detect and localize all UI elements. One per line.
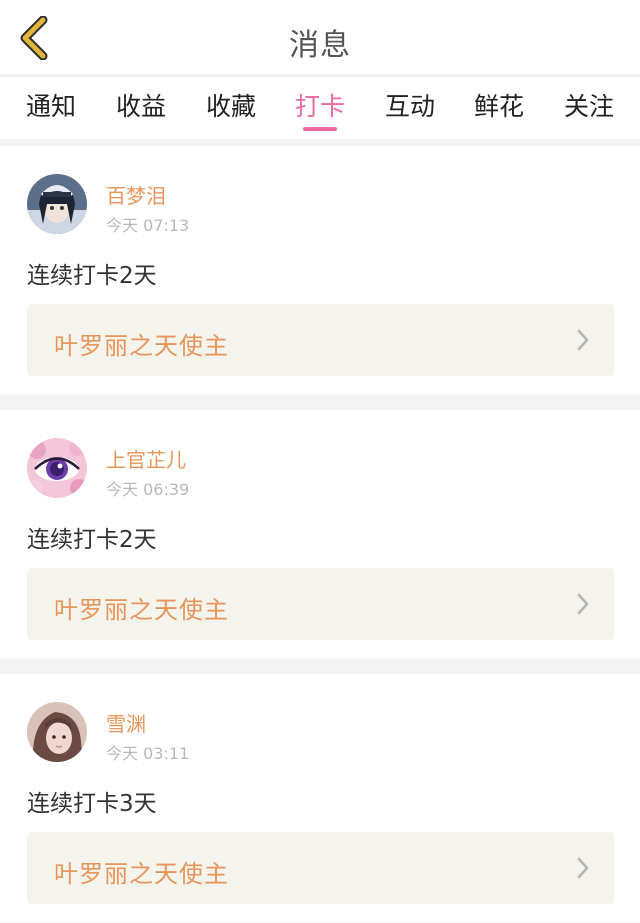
username[interactable]: 雪渊	[106, 708, 146, 737]
checkin-message: 连续打卡2天	[27, 527, 157, 553]
tab-interaction[interactable]: 互动	[374, 87, 446, 131]
avatar[interactable]	[27, 174, 87, 234]
checkin-card: 雪渊 今天 03:11 连续打卡3天 叶罗丽之天使主	[0, 674, 640, 922]
timestamp: 今天 06:39	[106, 480, 190, 499]
username[interactable]: 上官芷儿	[106, 444, 186, 473]
checkin-message: 连续打卡3天	[27, 791, 157, 817]
tab-bar: 通知 收益 收藏 打卡 互动 鲜花 关注	[0, 77, 640, 139]
timestamp: 今天 03:11	[106, 744, 190, 763]
chevron-right-icon	[577, 857, 589, 879]
book-link[interactable]: 叶罗丽之天使主	[27, 832, 614, 904]
chevron-right-icon	[577, 593, 589, 615]
avatar-girl-portrait-icon	[27, 702, 87, 762]
checkin-card: 百梦泪 今天 07:13 连续打卡2天 叶罗丽之天使主	[0, 146, 640, 394]
book-title: 叶罗丽之天使主	[54, 596, 229, 624]
avatar[interactable]	[27, 702, 87, 762]
top-bar: 消息	[0, 0, 640, 76]
page-title: 消息	[289, 28, 351, 63]
tab-notification[interactable]: 通知	[15, 87, 87, 131]
chevron-right-icon	[577, 329, 589, 351]
checkin-card: 上官芷儿 今天 06:39 连续打卡2天 叶罗丽之天使主	[0, 410, 640, 658]
tab-following[interactable]: 关注	[553, 87, 625, 131]
tab-earnings[interactable]: 收益	[105, 87, 177, 131]
avatar[interactable]	[27, 438, 87, 498]
tab-flowers[interactable]: 鲜花	[463, 87, 535, 131]
active-tab-indicator	[303, 127, 337, 131]
checkin-message: 连续打卡2天	[27, 263, 157, 289]
username[interactable]: 百梦泪	[106, 180, 166, 209]
book-title: 叶罗丽之天使主	[54, 332, 229, 360]
book-title: 叶罗丽之天使主	[54, 860, 229, 888]
book-link[interactable]: 叶罗丽之天使主	[27, 568, 614, 640]
tab-checkin[interactable]: 打卡	[284, 87, 356, 131]
timestamp: 今天 07:13	[106, 216, 190, 235]
avatar-girl-cap-icon	[27, 174, 87, 234]
tab-favorites[interactable]: 收藏	[195, 87, 267, 131]
avatar-eye-flowers-icon	[27, 438, 87, 498]
book-link[interactable]: 叶罗丽之天使主	[27, 304, 614, 376]
